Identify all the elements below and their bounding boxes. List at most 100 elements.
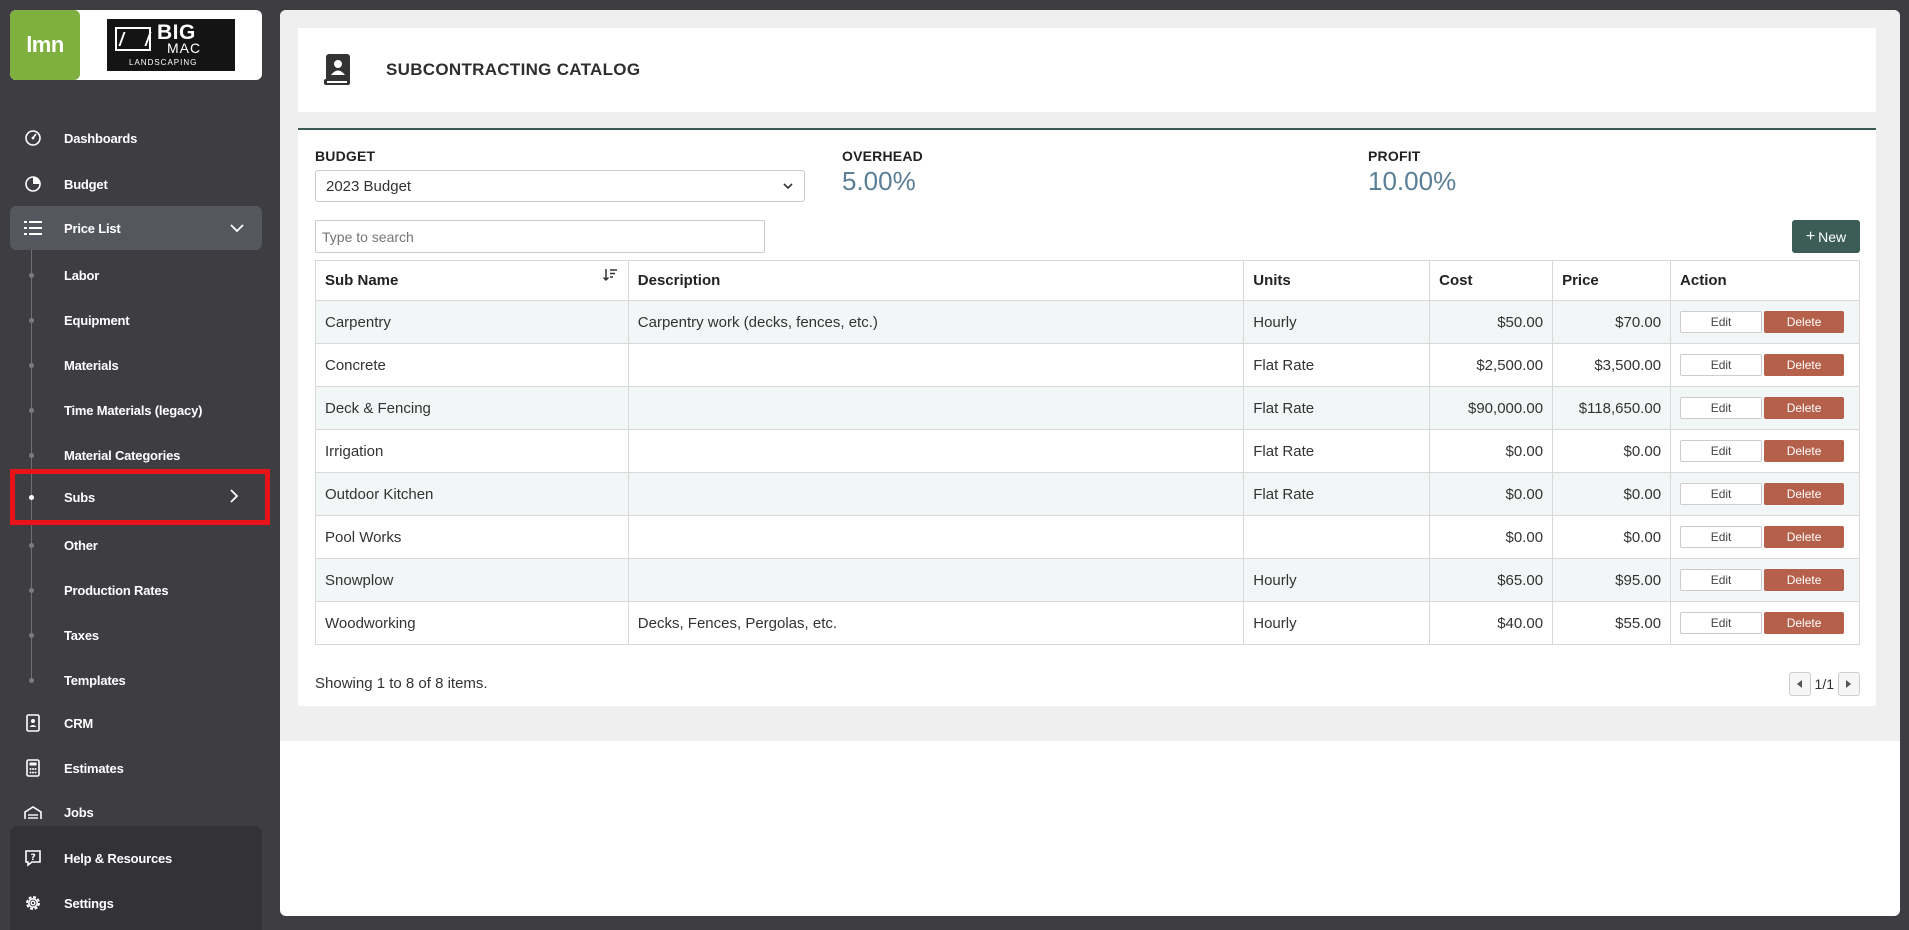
sidebar-item-label: Labor	[64, 267, 100, 283]
cell-description: Carpentry work (decks, fences, etc.)	[627, 300, 1245, 344]
budget-label: BUDGET	[315, 148, 376, 164]
lmn-logo[interactable]: lmn	[10, 10, 80, 80]
cell-action: Edit Delete	[1670, 300, 1860, 344]
bullet-icon	[29, 452, 34, 458]
cell-sub-name: Irrigation	[315, 429, 629, 473]
cell-units: Hourly	[1243, 558, 1431, 602]
sidebar-item-templates[interactable]: Templates	[10, 660, 262, 700]
nav-price-list[interactable]: Price List	[10, 206, 262, 250]
sidebar-item-taxes[interactable]: Taxes	[10, 615, 262, 655]
bullet-icon	[29, 317, 34, 323]
plus-icon: +	[1805, 227, 1816, 245]
main-panel: SUBCONTRACTING CATALOG BUDGET 2023 Budge…	[280, 10, 1900, 916]
list-icon	[24, 219, 42, 237]
nav-budget[interactable]: Budget	[10, 162, 262, 206]
cell-description	[627, 429, 1245, 473]
cell-description	[627, 343, 1245, 387]
col-header-description[interactable]: Description	[627, 260, 1245, 301]
sidebar-item-materials[interactable]: Materials	[10, 345, 262, 385]
nav-settings[interactable]: Settings	[10, 881, 262, 925]
edit-button[interactable]: Edit	[1680, 526, 1763, 548]
pagination-summary: Showing 1 to 8 of 8 items.	[315, 675, 488, 692]
edit-button[interactable]: Edit	[1680, 483, 1763, 505]
nav-label: Jobs	[64, 805, 94, 819]
cell-action: Edit Delete	[1670, 386, 1860, 430]
edit-button[interactable]: Edit	[1680, 354, 1763, 376]
table-row: Irrigation Flat Rate $0.00 $0.00 Edit Delete	[315, 429, 1860, 473]
nav-crm[interactable]: CRM	[10, 701, 262, 745]
calculator-icon	[24, 759, 42, 777]
sidebar-item-label: Subs	[64, 489, 95, 505]
search-input[interactable]	[315, 220, 765, 253]
delete-button[interactable]: Delete	[1764, 397, 1845, 419]
cell-sub-name: Outdoor Kitchen	[315, 472, 629, 516]
cell-cost: $40.00	[1429, 601, 1554, 645]
col-header-action: Action	[1670, 260, 1860, 301]
edit-button[interactable]: Edit	[1680, 311, 1763, 333]
sidebar-item-label: Materials	[64, 357, 119, 373]
table-row: Concrete Flat Rate $2,500.00 $3,500.00 Edit D…	[315, 343, 1860, 387]
sidebar-item-subs[interactable]: Subs	[10, 469, 270, 525]
sidebar-item-time-materials[interactable]: Time Materials (legacy)	[10, 390, 262, 430]
bullet-icon	[29, 632, 34, 638]
col-header-price[interactable]: Price	[1552, 260, 1672, 301]
cell-price: $118,650.00	[1552, 386, 1672, 430]
logo-area: lmn BIG MAC LANDSCAPING	[10, 10, 262, 80]
cell-sub-name: Woodworking	[315, 601, 629, 645]
page-header: SUBCONTRACTING CATALOG	[298, 28, 1876, 112]
new-button-label: New	[1818, 228, 1847, 245]
cell-units: Hourly	[1243, 601, 1431, 645]
col-header-cost[interactable]: Cost	[1429, 260, 1554, 301]
nav-dashboards[interactable]: Dashboards	[10, 116, 262, 160]
sidebar-item-labor[interactable]: Labor	[10, 255, 262, 295]
delete-button[interactable]: Delete	[1764, 354, 1845, 376]
company-logo: BIG MAC LANDSCAPING	[107, 19, 235, 71]
delete-button[interactable]: Delete	[1764, 483, 1845, 505]
sidebar: lmn BIG MAC LANDSCAPING Dashboards Budge…	[0, 0, 272, 930]
cell-action: Edit Delete	[1670, 558, 1860, 602]
gear-icon	[24, 894, 42, 912]
nav-help-resources[interactable]: ? Help & Resources	[10, 836, 262, 880]
table-row: Snowplow Hourly $65.00 $95.00 Edit Delete	[315, 558, 1860, 602]
bullet-icon	[29, 494, 34, 500]
delete-button[interactable]: Delete	[1764, 440, 1845, 462]
prev-page-button[interactable]	[1788, 672, 1811, 696]
delete-button[interactable]: Delete	[1764, 612, 1845, 634]
new-button[interactable]: + New	[1792, 220, 1860, 253]
budget-select[interactable]: 2023 Budget	[315, 170, 805, 202]
cell-price: $0.00	[1552, 472, 1672, 516]
sort-icon[interactable]	[602, 267, 618, 287]
cell-action: Edit Delete	[1670, 601, 1860, 645]
nav-label: Budget	[64, 176, 108, 192]
next-page-button[interactable]	[1838, 672, 1860, 696]
pagination: 1/1	[1788, 672, 1860, 696]
lmn-logo-text: lmn	[26, 32, 64, 57]
bullet-icon	[29, 272, 34, 278]
col-header-units[interactable]: Units	[1243, 260, 1431, 301]
cell-description: Decks, Fences, Pergolas, etc.	[627, 601, 1245, 645]
sidebar-item-other[interactable]: Other	[10, 525, 262, 565]
overhead-value: 5.00%	[842, 166, 916, 196]
col-header-sub-name[interactable]: Sub Name	[315, 260, 629, 301]
bullet-icon	[29, 407, 34, 413]
edit-button[interactable]: Edit	[1680, 397, 1763, 419]
chevron-down-icon	[782, 179, 794, 196]
sidebar-item-label: Other	[64, 537, 98, 553]
sidebar-item-label: Material Categories	[64, 447, 181, 463]
edit-button[interactable]: Edit	[1680, 569, 1763, 591]
nav-jobs[interactable]: Jobs	[10, 791, 262, 819]
edit-button[interactable]: Edit	[1680, 440, 1763, 462]
sidebar-item-equipment[interactable]: Equipment	[10, 300, 262, 340]
delete-button[interactable]: Delete	[1764, 311, 1845, 333]
profit-value: 10.00%	[1368, 166, 1457, 196]
delete-button[interactable]: Delete	[1764, 569, 1845, 591]
chevron-down-icon	[230, 221, 244, 236]
delete-button[interactable]: Delete	[1764, 526, 1845, 548]
table-header-row: Sub Name Description Units Cost Price Ac…	[315, 260, 1860, 301]
budget-select-value: 2023 Budget	[326, 177, 412, 195]
sidebar-item-production-rates[interactable]: Production Rates	[10, 570, 262, 610]
nav-estimates[interactable]: Estimates	[10, 746, 262, 790]
bullet-icon	[29, 362, 34, 368]
cell-description	[627, 515, 1245, 559]
edit-button[interactable]: Edit	[1680, 612, 1763, 634]
